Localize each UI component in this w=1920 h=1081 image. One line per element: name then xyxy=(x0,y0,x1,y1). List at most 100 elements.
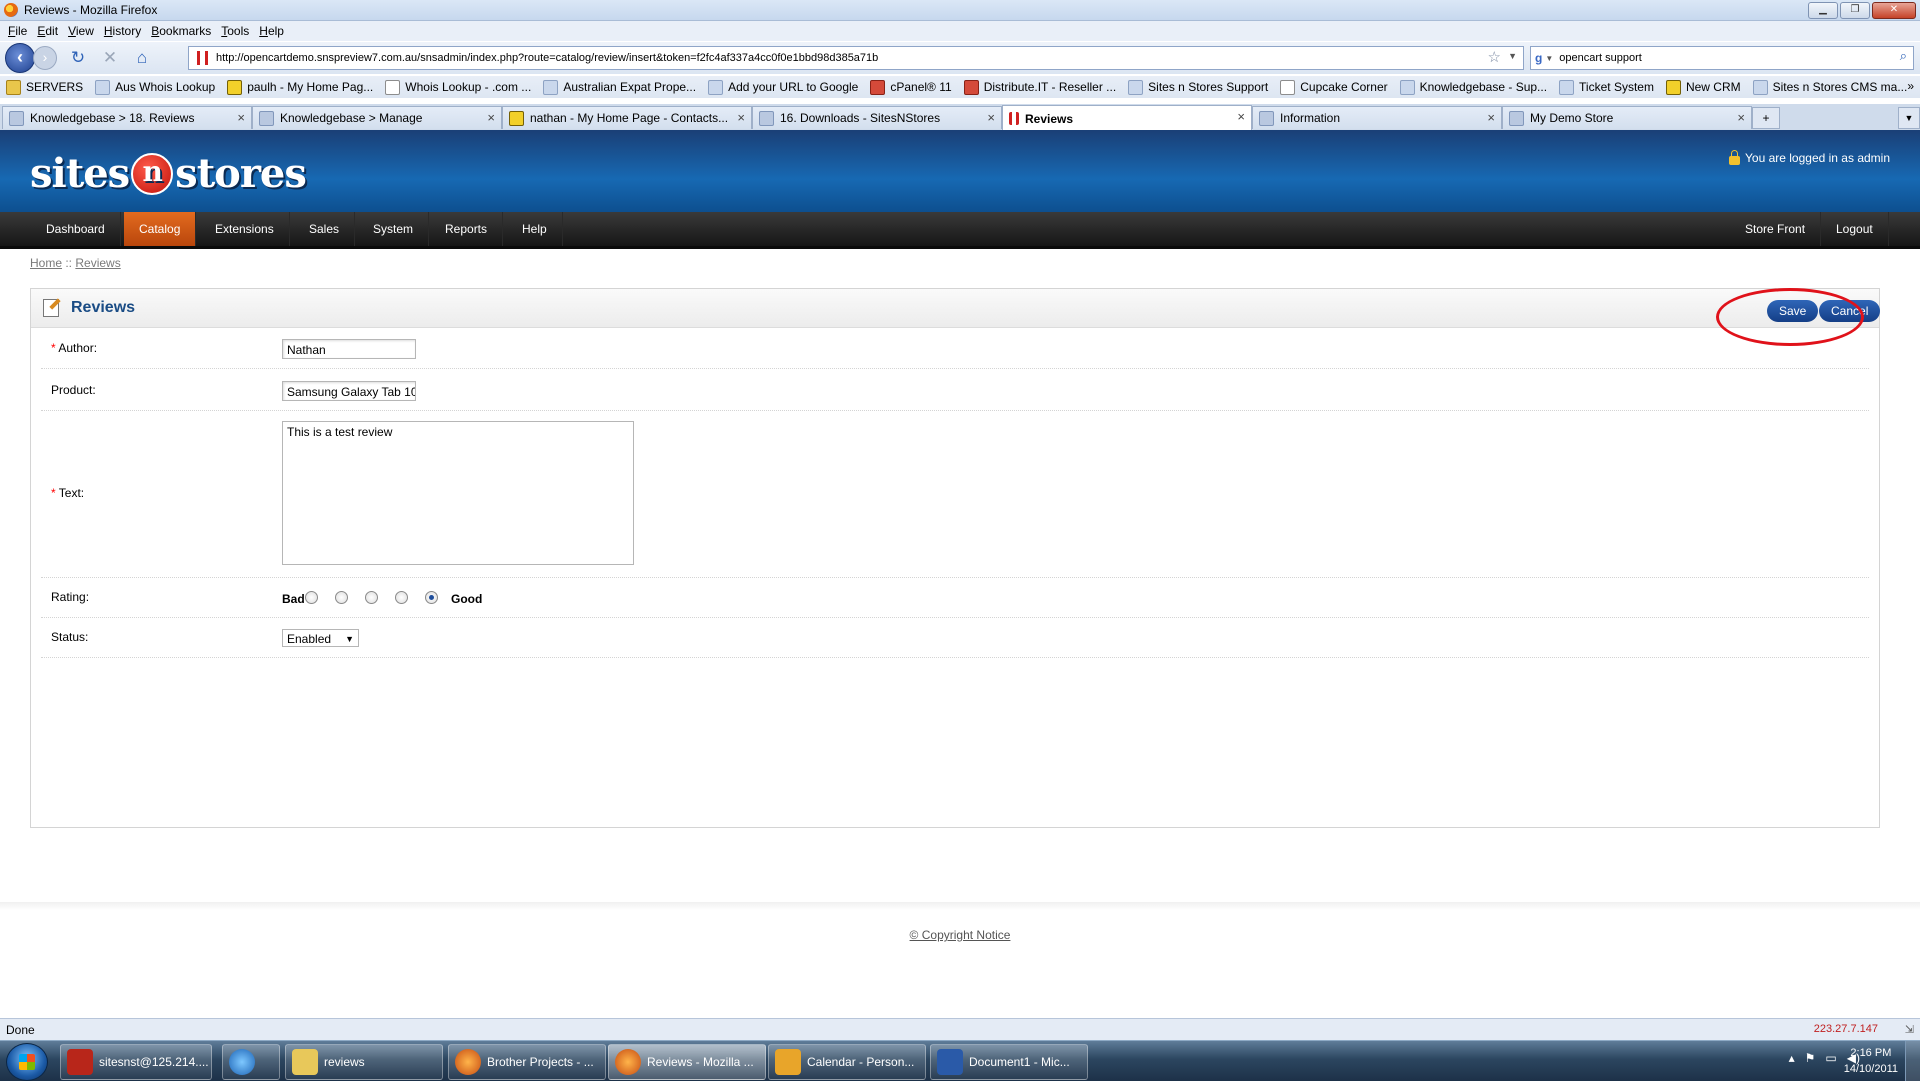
tab-nathan-home[interactable]: nathan - My Home Page - Contacts... × xyxy=(502,106,752,129)
menu-system[interactable]: System xyxy=(358,212,430,246)
bookmark-item[interactable]: Australian Expat Prope... xyxy=(543,79,696,95)
rating-radio-3[interactable] xyxy=(365,591,378,604)
bookmarks-overflow-icon[interactable]: » xyxy=(1907,79,1914,93)
bookmark-item[interactable]: Aus Whois Lookup xyxy=(95,79,215,95)
menu-history[interactable]: History xyxy=(104,24,141,38)
network-icon[interactable]: ▭ xyxy=(1825,1051,1836,1065)
menu-reports[interactable]: Reports xyxy=(430,212,504,246)
google-icon[interactable]: g xyxy=(1535,51,1542,65)
show-hidden-icons-icon[interactable]: ▴ xyxy=(1789,1051,1795,1065)
bookmark-item[interactable]: Sites n Stores Support xyxy=(1128,79,1268,95)
system-clock[interactable]: 2:16 PM 14/10/2011 xyxy=(1844,1045,1898,1077)
close-tab-icon[interactable]: × xyxy=(237,110,245,125)
taskbar-firefox-brother[interactable]: Brother Projects - ... xyxy=(448,1044,606,1080)
search-bar[interactable]: g ▼ opencart support ⌕ xyxy=(1530,46,1914,70)
taskbar-filezilla[interactable]: sitesnst@125.214.... xyxy=(60,1044,212,1080)
rating-radio-1[interactable] xyxy=(305,591,318,604)
lock-icon xyxy=(1729,149,1740,165)
bookmark-item[interactable]: cPanel® 11 xyxy=(870,79,952,95)
breadcrumb-home[interactable]: Home xyxy=(30,256,62,270)
menu-help[interactable]: Help xyxy=(259,24,284,38)
forward-button[interactable]: › xyxy=(33,46,57,70)
review-text-area[interactable]: This is a test review xyxy=(282,421,634,565)
breadcrumb: Home :: Reviews xyxy=(30,256,121,270)
address-bar[interactable]: http://opencartdemo.snspreview7.com.au/s… xyxy=(188,46,1524,70)
show-desktop-button[interactable] xyxy=(1905,1041,1920,1081)
bookmark-icon xyxy=(1128,79,1144,95)
rating-radio-2[interactable] xyxy=(335,591,348,604)
bookmark-item[interactable]: New CRM xyxy=(1665,79,1741,95)
tab-my-demo-store[interactable]: My Demo Store × xyxy=(1502,106,1752,129)
search-engine-dropdown-icon[interactable]: ▼ xyxy=(1545,54,1553,63)
bookmark-item[interactable]: Cupcake Corner xyxy=(1280,79,1388,95)
sites-n-stores-logo[interactable]: sites n stores xyxy=(30,150,307,197)
bookmark-item[interactable]: SERVERS xyxy=(6,79,83,95)
author-input[interactable]: Nathan xyxy=(282,339,416,359)
chevron-down-icon: ▼ xyxy=(345,634,354,644)
page-icon xyxy=(1280,79,1296,95)
bookmark-icon xyxy=(227,79,243,95)
taskbar-word-document[interactable]: Document1 - Mic... xyxy=(930,1044,1088,1080)
menu-help[interactable]: Help xyxy=(507,212,563,246)
menu-bookmarks[interactable]: Bookmarks xyxy=(151,24,211,38)
tab-knowledgebase-manage[interactable]: Knowledgebase > Manage × xyxy=(252,106,502,129)
menu-logout[interactable]: Logout xyxy=(1821,212,1889,246)
rating-radio-4[interactable] xyxy=(395,591,408,604)
folder-icon xyxy=(292,1049,318,1075)
status-select[interactable]: Enabled ▼ xyxy=(282,629,359,647)
close-tab-icon[interactable]: × xyxy=(737,110,745,125)
bookmark-star-icon[interactable]: ☆ xyxy=(1488,48,1501,66)
bookmark-item[interactable]: Whois Lookup - .com ... xyxy=(385,79,531,95)
reload-icon[interactable]: ↻ xyxy=(67,48,89,68)
close-window-button[interactable]: ✕ xyxy=(1872,2,1916,19)
bookmark-item[interactable]: Sites n Stores CMS ma... xyxy=(1752,79,1907,95)
bookmark-item[interactable]: paulh - My Home Pag... xyxy=(227,79,373,95)
review-form-box: Reviews Save Cancel * Author: Nathan Pro… xyxy=(30,288,1881,828)
taskbar-internet-explorer[interactable] xyxy=(222,1044,280,1080)
rating-radio-5[interactable] xyxy=(425,591,438,604)
bookmark-icon xyxy=(1559,79,1575,95)
menu-view[interactable]: View xyxy=(68,24,94,38)
close-tab-icon[interactable]: × xyxy=(1237,109,1245,124)
bookmark-item[interactable]: Knowledgebase - Sup... xyxy=(1399,79,1547,95)
search-input[interactable]: opencart support xyxy=(1559,52,1642,64)
back-button[interactable]: ‹ xyxy=(5,43,35,73)
copyright-link[interactable]: © Copyright Notice xyxy=(0,928,1920,942)
taskbar-firefox-reviews[interactable]: Reviews - Mozilla ... xyxy=(608,1044,766,1080)
breadcrumb-reviews[interactable]: Reviews xyxy=(75,256,120,270)
bookmark-item[interactable]: Distribute.IT - Reseller ... xyxy=(963,79,1116,95)
stop-icon[interactable]: ✕ xyxy=(99,48,121,68)
close-tab-icon[interactable]: × xyxy=(987,110,995,125)
tab-downloads[interactable]: 16. Downloads - SitesNStores × xyxy=(752,106,1002,129)
start-button[interactable] xyxy=(6,1043,48,1081)
close-tab-icon[interactable]: × xyxy=(1737,110,1745,125)
search-icon[interactable]: ⌕ xyxy=(1900,48,1907,64)
tab-favicon xyxy=(1259,110,1274,126)
bookmark-item[interactable]: Add your URL to Google xyxy=(708,79,858,95)
bookmark-item[interactable]: Ticket System xyxy=(1559,79,1654,95)
home-icon[interactable]: ⌂ xyxy=(131,48,153,68)
menu-dashboard[interactable]: Dashboard xyxy=(31,212,121,246)
product-input[interactable]: Samsung Galaxy Tab 10.1 xyxy=(282,381,416,401)
menu-file[interactable]: File xyxy=(8,24,27,38)
tab-reviews[interactable]: Reviews × xyxy=(1002,105,1252,131)
menu-extensions[interactable]: Extensions xyxy=(200,212,290,246)
resize-grip-icon[interactable]: ⇲ xyxy=(1905,1023,1914,1036)
taskbar-outlook-calendar[interactable]: Calendar - Person... xyxy=(768,1044,926,1080)
menu-tools[interactable]: Tools xyxy=(221,24,249,38)
restore-button[interactable]: ❐ xyxy=(1840,2,1870,19)
url-dropdown-icon[interactable]: ▼ xyxy=(1508,51,1517,61)
list-all-tabs-button[interactable]: ▼ xyxy=(1898,107,1920,129)
taskbar-explorer-folder[interactable]: reviews xyxy=(285,1044,443,1080)
new-tab-button[interactable]: + xyxy=(1752,107,1780,129)
menu-catalog[interactable]: Catalog xyxy=(124,212,197,246)
menu-sales[interactable]: Sales xyxy=(294,212,356,246)
minimize-button[interactable]: ▁ xyxy=(1808,2,1838,19)
menu-store-front[interactable]: Store Front xyxy=(1730,212,1822,246)
tab-knowledgebase-reviews[interactable]: Knowledgebase > 18. Reviews × xyxy=(2,106,252,129)
action-center-flag-icon[interactable]: ⚑ xyxy=(1805,1051,1816,1065)
close-tab-icon[interactable]: × xyxy=(1487,110,1495,125)
menu-edit[interactable]: Edit xyxy=(37,24,58,38)
tab-information[interactable]: Information × xyxy=(1252,106,1502,129)
close-tab-icon[interactable]: × xyxy=(487,110,495,125)
